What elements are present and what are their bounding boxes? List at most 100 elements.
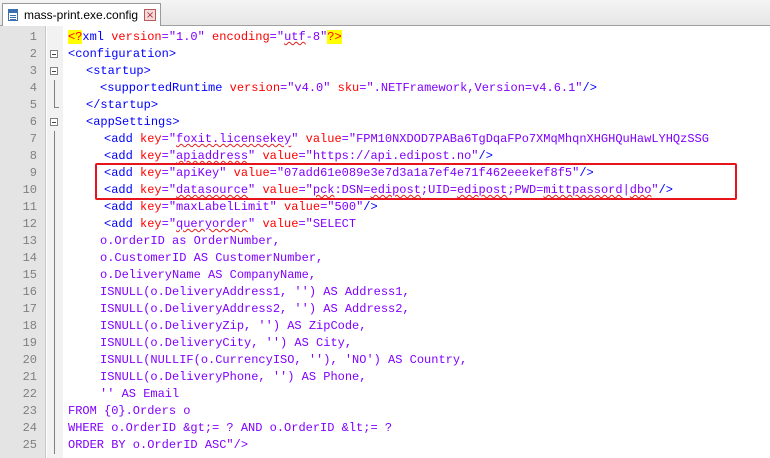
code-editor[interactable]: 1 <?xml version="1.0" encoding="utf-8"?>… bbox=[0, 26, 770, 458]
line-number: 16 bbox=[22, 285, 37, 299]
line-number: 24 bbox=[22, 421, 37, 435]
file-icon bbox=[7, 8, 20, 22]
line-number: 1 bbox=[29, 30, 37, 44]
code-line: 10 <add key="datasource" value="pck:DSN=… bbox=[0, 182, 770, 199]
line-number: 13 bbox=[22, 234, 37, 248]
line-text: <add key="datasource" value="pck:DSN=edi… bbox=[104, 183, 674, 197]
line-number: 2 bbox=[29, 47, 37, 61]
line-text: <startup> bbox=[86, 64, 151, 78]
line-text: ISNULL(o.DeliveryCity, '') AS City, bbox=[100, 336, 353, 350]
line-text: WHERE o.OrderID &gt;= ? AND o.OrderID &l… bbox=[68, 421, 393, 435]
fold-line-icon bbox=[49, 437, 60, 454]
line-text: <add key="apiaddress" value="https://api… bbox=[104, 149, 493, 163]
fold-line-icon bbox=[49, 267, 60, 284]
line-text: <add key="queryorder" value="SELECT bbox=[104, 217, 357, 231]
fold-line-icon bbox=[49, 131, 60, 148]
fold-line-icon bbox=[49, 284, 60, 301]
code-line: 6 <appSettings> bbox=[0, 114, 770, 131]
fold-line-icon bbox=[49, 182, 60, 199]
fold-line-icon bbox=[49, 199, 60, 216]
line-number: 17 bbox=[22, 302, 37, 316]
line-text: ISNULL(o.DeliveryPhone, '') AS Phone, bbox=[100, 370, 367, 384]
line-number: 3 bbox=[29, 64, 37, 78]
code-line: 8 <add key="apiaddress" value="https://a… bbox=[0, 148, 770, 165]
line-number: 12 bbox=[22, 217, 37, 231]
code-line: 16 ISNULL(o.DeliveryAddress1, '') AS Add… bbox=[0, 284, 770, 301]
line-text: ISNULL(o.DeliveryAddress2, '') AS Addres… bbox=[100, 302, 410, 316]
line-text: <add key="maxLabelLimit" value="500"/> bbox=[104, 200, 378, 214]
line-text: ISNULL(o.DeliveryZip, '') AS ZipCode, bbox=[100, 319, 367, 333]
line-number: 25 bbox=[22, 438, 37, 452]
line-text: FROM {0}.Orders o bbox=[68, 404, 191, 418]
tab-bar: mass-print.exe.config × bbox=[0, 0, 770, 26]
code-line: 9 <add key="apiKey" value="07add61e089e3… bbox=[0, 165, 770, 182]
line-number: 20 bbox=[22, 353, 37, 367]
line-number: 22 bbox=[22, 387, 37, 401]
code-line: 12 <add key="queryorder" value="SELECT bbox=[0, 216, 770, 233]
code-line: 23 FROM {0}.Orders o bbox=[0, 403, 770, 420]
code-line: 11 <add key="maxLabelLimit" value="500"/… bbox=[0, 199, 770, 216]
line-text: o.OrderID as OrderNumber, bbox=[100, 234, 281, 248]
fold-line-icon bbox=[49, 335, 60, 352]
fold-line-icon bbox=[49, 233, 60, 250]
fold-line-icon bbox=[49, 148, 60, 165]
code-line: 15 o.DeliveryName AS CompanyName, bbox=[0, 267, 770, 284]
line-text: ISNULL(o.DeliveryAddress1, '') AS Addres… bbox=[100, 285, 410, 299]
line-text: <add key="foxit.licensekey" value="FPM10… bbox=[104, 132, 709, 146]
code-line: 13 o.OrderID as OrderNumber, bbox=[0, 233, 770, 250]
fold-collapse-icon[interactable] bbox=[49, 116, 60, 129]
code-line: 25 ORDER BY o.OrderID ASC"/> bbox=[0, 437, 770, 454]
code-line: 2 <configuration> bbox=[0, 46, 770, 63]
line-number: 10 bbox=[22, 183, 37, 197]
line-number: 23 bbox=[22, 404, 37, 418]
code-line: 1 <?xml version="1.0" encoding="utf-8"?> bbox=[0, 29, 770, 46]
line-number: 7 bbox=[29, 132, 37, 146]
fold-line-icon bbox=[49, 369, 60, 386]
line-text: ORDER BY o.OrderID ASC"/> bbox=[68, 438, 249, 452]
fold-line-icon bbox=[49, 250, 60, 267]
fold-collapse-icon[interactable] bbox=[49, 65, 60, 78]
line-number: 21 bbox=[22, 370, 37, 384]
fold-line-icon bbox=[49, 80, 60, 97]
line-number: 6 bbox=[29, 115, 37, 129]
fold-end-icon bbox=[49, 97, 60, 112]
line-text: <configuration> bbox=[68, 47, 177, 61]
line-number: 4 bbox=[29, 81, 37, 95]
line-text: <add key="apiKey" value="07add61e089e3e7… bbox=[104, 166, 594, 180]
fold-line-icon bbox=[49, 301, 60, 318]
code-line: 3 <startup> bbox=[0, 63, 770, 80]
line-text: o.DeliveryName AS CompanyName, bbox=[100, 268, 317, 282]
code-line: 5 </startup> bbox=[0, 97, 770, 114]
code-line: 24 WHERE o.OrderID &gt;= ? AND o.OrderID… bbox=[0, 420, 770, 437]
fold-line-icon bbox=[49, 420, 60, 437]
line-number: 8 bbox=[29, 149, 37, 163]
fold-line-icon bbox=[49, 318, 60, 335]
line-text: </startup> bbox=[86, 98, 159, 112]
line-text: ISNULL(NULLIF(o.CurrencyISO, ''), 'NO') … bbox=[100, 353, 468, 367]
line-text: <supportedRuntime version="v4.0" sku=".N… bbox=[100, 81, 597, 95]
code-line: 7 <add key="foxit.licensekey" value="FPM… bbox=[0, 131, 770, 148]
close-icon[interactable]: × bbox=[144, 9, 157, 21]
fold-line-icon bbox=[49, 165, 60, 182]
line-number: 11 bbox=[22, 200, 37, 214]
line-number: 14 bbox=[22, 251, 37, 265]
line-number: 19 bbox=[22, 336, 37, 350]
line-text: <appSettings> bbox=[86, 115, 180, 129]
fold-line-icon bbox=[49, 216, 60, 233]
code-line: 22 '' AS Email bbox=[0, 386, 770, 403]
code-line: 19 ISNULL(o.DeliveryCity, '') AS City, bbox=[0, 335, 770, 352]
code-line: 14 o.CustomerID AS CustomerNumber, bbox=[0, 250, 770, 267]
fold-line-icon bbox=[49, 386, 60, 403]
code-line: 18 ISNULL(o.DeliveryZip, '') AS ZipCode, bbox=[0, 318, 770, 335]
code-line: 17 ISNULL(o.DeliveryAddress2, '') AS Add… bbox=[0, 301, 770, 318]
line-number: 15 bbox=[22, 268, 37, 282]
line-text: '' AS Email bbox=[100, 387, 180, 401]
line-number: 9 bbox=[29, 166, 37, 180]
file-tab[interactable]: mass-print.exe.config × bbox=[2, 3, 162, 26]
code-line: 21 ISNULL(o.DeliveryPhone, '') AS Phone, bbox=[0, 369, 770, 386]
fold-line-icon bbox=[49, 352, 60, 369]
code-line: 20 ISNULL(NULLIF(o.CurrencyISO, ''), 'NO… bbox=[0, 352, 770, 369]
fold-collapse-icon[interactable] bbox=[49, 48, 60, 61]
tab-title: mass-print.exe.config bbox=[24, 8, 139, 22]
line-number: 5 bbox=[29, 98, 37, 112]
